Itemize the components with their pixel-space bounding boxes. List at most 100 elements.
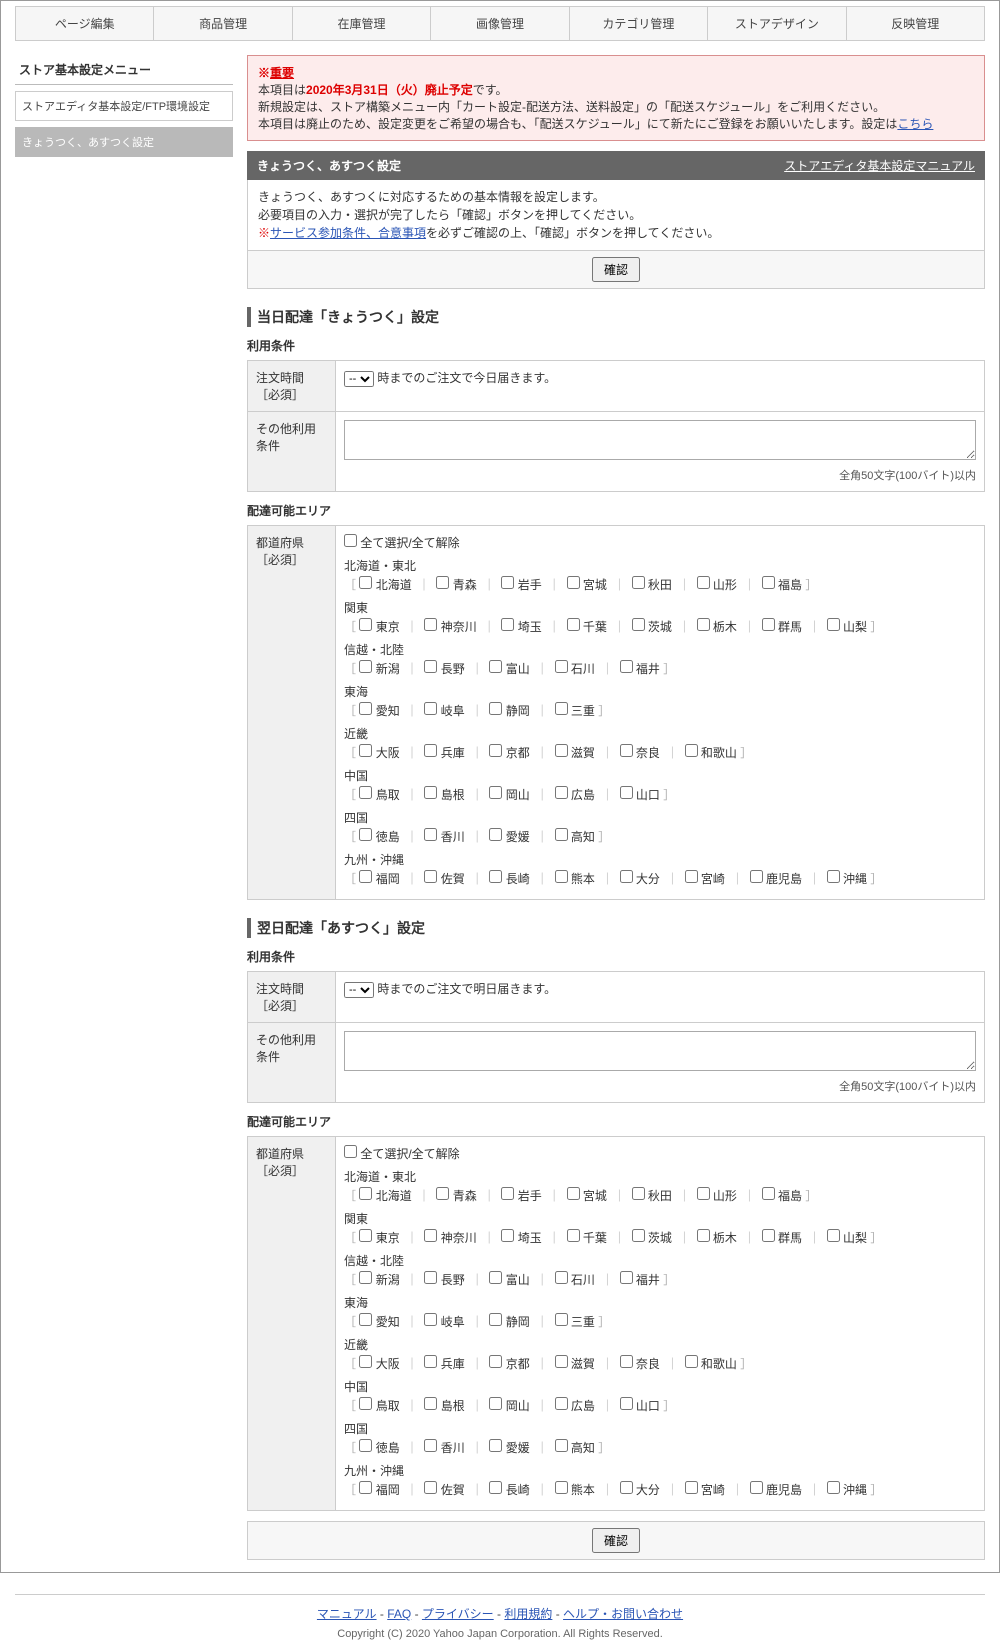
pref-checkbox[interactable]: 石川 (555, 1273, 595, 1287)
pref-checkbox[interactable]: 沖縄 (827, 1483, 867, 1497)
pref-checkbox[interactable]: 岡山 (489, 788, 529, 802)
pref-checkbox[interactable]: 茨城 (632, 1231, 672, 1245)
pref-checkbox[interactable]: 秋田 (632, 1189, 672, 1203)
pref-checkbox[interactable]: 鳥取 (359, 788, 399, 802)
footer-link-1[interactable]: FAQ (387, 1607, 411, 1621)
pref-checkbox[interactable]: 佐賀 (424, 1483, 464, 1497)
footer-link-4[interactable]: ヘルプ・お問い合わせ (563, 1607, 683, 1621)
pref-checkbox[interactable]: 長野 (424, 662, 464, 676)
topnav-item-2[interactable]: 在庫管理 (292, 7, 430, 41)
pref-checkbox[interactable]: 佐賀 (424, 872, 464, 886)
pref-checkbox[interactable]: 和歌山 (685, 1357, 737, 1371)
pref-checkbox[interactable]: 徳島 (359, 1441, 399, 1455)
pref-checkbox[interactable]: 茨城 (632, 620, 672, 634)
topnav-item-6[interactable]: 反映管理 (846, 7, 984, 41)
manual-link[interactable]: ストアエディタ基本設定マニュアル (784, 157, 975, 174)
pref-checkbox[interactable]: 栃木 (697, 620, 737, 634)
pref-checkbox[interactable]: 島根 (424, 1399, 464, 1413)
pref-checkbox[interactable]: 岐阜 (424, 1315, 464, 1329)
pref-checkbox[interactable]: 石川 (555, 662, 595, 676)
pref-checkbox[interactable]: 岩手 (501, 578, 541, 592)
pref-checkbox[interactable]: 大阪 (359, 1357, 399, 1371)
pref-checkbox[interactable]: 沖縄 (827, 872, 867, 886)
select-all-2[interactable]: 全て選択/全て解除 (344, 1145, 976, 1162)
pref-checkbox[interactable]: 大阪 (359, 746, 399, 760)
pref-checkbox[interactable]: 三重 (555, 1315, 595, 1329)
pref-checkbox[interactable]: 鳥取 (359, 1399, 399, 1413)
pref-checkbox[interactable]: 静岡 (489, 704, 529, 718)
sidebar-item-kyotsuku[interactable]: きょうつく、あすつく設定 (15, 127, 233, 157)
topnav-item-3[interactable]: 画像管理 (431, 7, 569, 41)
terms-link[interactable]: サービス参加条件、合意事項 (270, 226, 426, 240)
pref-checkbox[interactable]: 宮城 (567, 1189, 607, 1203)
select-all-1[interactable]: 全て選択/全て解除 (344, 534, 976, 551)
pref-checkbox[interactable]: 熊本 (555, 1483, 595, 1497)
textarea-other-1[interactable] (344, 420, 976, 460)
pref-checkbox[interactable]: 鹿児島 (750, 872, 802, 886)
pref-checkbox[interactable]: 福井 (620, 662, 660, 676)
confirm-button-top[interactable]: 確認 (592, 257, 640, 282)
pref-checkbox[interactable]: 山形 (697, 578, 737, 592)
pref-checkbox[interactable]: 徳島 (359, 830, 399, 844)
topnav-item-4[interactable]: カテゴリ管理 (569, 7, 707, 41)
pref-checkbox[interactable]: 新潟 (359, 662, 399, 676)
footer-link-2[interactable]: プライバシー (422, 1607, 494, 1621)
pref-checkbox[interactable]: 東京 (359, 1231, 399, 1245)
pref-checkbox[interactable]: 愛媛 (489, 1441, 529, 1455)
pref-checkbox[interactable]: 宮城 (567, 578, 607, 592)
pref-checkbox[interactable]: 広島 (555, 1399, 595, 1413)
pref-checkbox[interactable]: 山梨 (827, 620, 867, 634)
pref-checkbox[interactable]: 北海道 (359, 578, 411, 592)
footer-link-3[interactable]: 利用規約 (504, 1607, 552, 1621)
pref-checkbox[interactable]: 大分 (620, 1483, 660, 1497)
pref-checkbox[interactable]: 愛知 (359, 704, 399, 718)
pref-checkbox[interactable]: 群馬 (762, 1231, 802, 1245)
pref-checkbox[interactable]: 長崎 (489, 1483, 529, 1497)
topnav-item-5[interactable]: ストアデザイン (708, 7, 846, 41)
select-order-time-2[interactable]: -- (344, 982, 374, 998)
pref-checkbox[interactable]: 岐阜 (424, 704, 464, 718)
pref-checkbox[interactable]: 神奈川 (424, 620, 476, 634)
pref-checkbox[interactable]: 千葉 (567, 1231, 607, 1245)
pref-checkbox[interactable]: 栃木 (697, 1231, 737, 1245)
pref-checkbox[interactable]: 埼玉 (501, 620, 541, 634)
pref-checkbox[interactable]: 福岡 (359, 872, 399, 886)
pref-checkbox[interactable]: 新潟 (359, 1273, 399, 1287)
pref-checkbox[interactable]: 埼玉 (501, 1231, 541, 1245)
pref-checkbox[interactable]: 滋賀 (555, 1357, 595, 1371)
pref-checkbox[interactable]: 京都 (489, 1357, 529, 1371)
confirm-button-bottom[interactable]: 確認 (592, 1528, 640, 1553)
alert-link[interactable]: こちら (897, 117, 933, 131)
pref-checkbox[interactable]: 福島 (762, 1189, 802, 1203)
pref-checkbox[interactable]: 神奈川 (424, 1231, 476, 1245)
pref-checkbox[interactable]: 熊本 (555, 872, 595, 886)
pref-checkbox[interactable]: 和歌山 (685, 746, 737, 760)
pref-checkbox[interactable]: 香川 (424, 830, 464, 844)
pref-checkbox[interactable]: 島根 (424, 788, 464, 802)
pref-checkbox[interactable]: 愛知 (359, 1315, 399, 1329)
pref-checkbox[interactable]: 香川 (424, 1441, 464, 1455)
pref-checkbox[interactable]: 長崎 (489, 872, 529, 886)
pref-checkbox[interactable]: 広島 (555, 788, 595, 802)
pref-checkbox[interactable]: 兵庫 (424, 746, 464, 760)
pref-checkbox[interactable]: 岩手 (501, 1189, 541, 1203)
pref-checkbox[interactable]: 奈良 (620, 746, 660, 760)
pref-checkbox[interactable]: 京都 (489, 746, 529, 760)
sidebar-item-ftp[interactable]: ストアエディタ基本設定/FTP環境設定 (15, 91, 233, 121)
pref-checkbox[interactable]: 兵庫 (424, 1357, 464, 1371)
pref-checkbox[interactable]: 大分 (620, 872, 660, 886)
pref-checkbox[interactable]: 高知 (555, 830, 595, 844)
pref-checkbox[interactable]: 三重 (555, 704, 595, 718)
pref-checkbox[interactable]: 富山 (489, 1273, 529, 1287)
topnav-item-0[interactable]: ページ編集 (16, 7, 154, 41)
pref-checkbox[interactable]: 青森 (436, 578, 476, 592)
pref-checkbox[interactable]: 滋賀 (555, 746, 595, 760)
pref-checkbox[interactable]: 長野 (424, 1273, 464, 1287)
pref-checkbox[interactable]: 東京 (359, 620, 399, 634)
pref-checkbox[interactable]: 山梨 (827, 1231, 867, 1245)
pref-checkbox[interactable]: 山口 (620, 1399, 660, 1413)
pref-checkbox[interactable]: 奈良 (620, 1357, 660, 1371)
pref-checkbox[interactable]: 秋田 (632, 578, 672, 592)
pref-checkbox[interactable]: 山口 (620, 788, 660, 802)
pref-checkbox[interactable]: 北海道 (359, 1189, 411, 1203)
